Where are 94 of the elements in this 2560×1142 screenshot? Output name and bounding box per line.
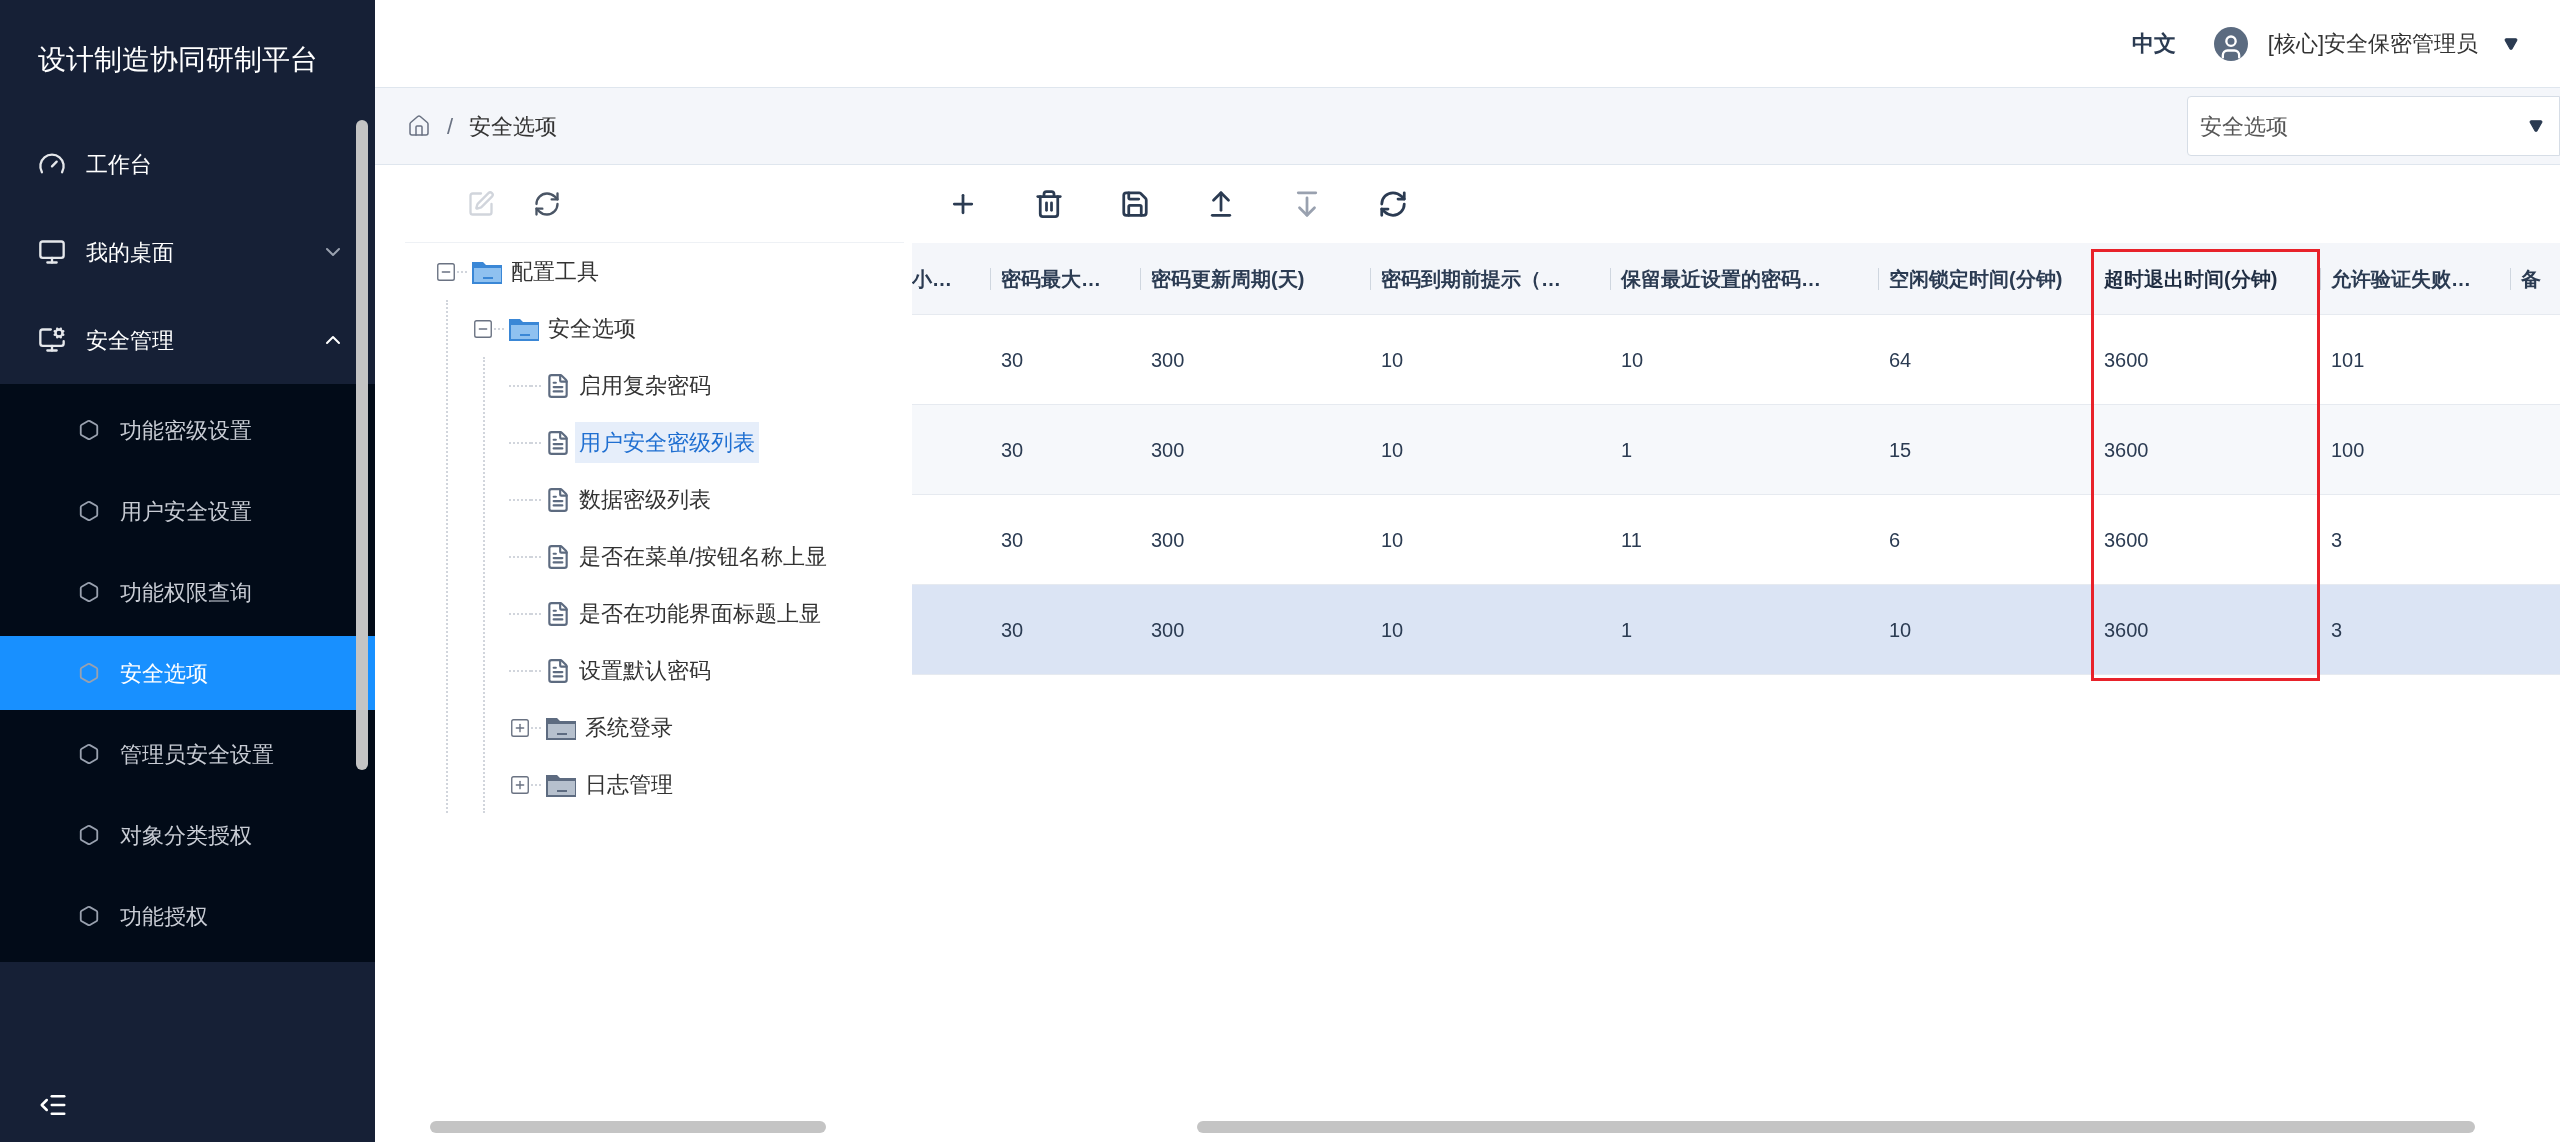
- expand-icon[interactable]: [509, 716, 531, 739]
- hexagon-icon: [78, 419, 100, 441]
- page-select[interactable]: 安全选项: [2187, 96, 2560, 156]
- table-cell-text: 10: [1381, 437, 1404, 463]
- table-cell-text: 1: [1621, 437, 1633, 463]
- document-icon: [545, 543, 571, 570]
- menu-item[interactable]: 我的桌面: [0, 208, 375, 296]
- table-cell-text: 3600: [2104, 527, 2149, 553]
- avatar-icon[interactable]: [2213, 26, 2248, 61]
- hexagon-icon: [78, 500, 100, 522]
- table-cell-text: 300: [1151, 617, 1185, 643]
- trash-icon[interactable]: [1034, 189, 1064, 219]
- tree-item[interactable]: 系统登录: [581, 707, 677, 748]
- table-cell-text: 3: [2331, 617, 2343, 643]
- breadcrumb-separator: /: [447, 112, 454, 141]
- table-cell-text: 10: [1381, 617, 1404, 643]
- menu-item[interactable]: 安全管理: [0, 296, 375, 384]
- hexagon-icon: [78, 743, 100, 765]
- table-cell-text: 30: [1001, 617, 1024, 643]
- table-cell-text: 30: [1001, 437, 1024, 463]
- tree-item[interactable]: 日志管理: [581, 764, 677, 805]
- table-cell-text: 3: [2331, 527, 2343, 553]
- column-header[interactable]: 超时退出时间(分钟): [2104, 263, 2278, 294]
- scrollbar[interactable]: [356, 120, 368, 770]
- column-header[interactable]: 小…: [912, 263, 952, 294]
- expand-icon[interactable]: [509, 773, 531, 796]
- tree-item[interactable]: 是否在菜单/按钮名称上显: [575, 536, 832, 577]
- document-icon: [545, 600, 571, 627]
- column-header[interactable]: 密码最大…: [1001, 263, 1101, 294]
- table-cell-text: 3600: [2104, 437, 2149, 463]
- monitor-gear-icon: [38, 326, 66, 354]
- submenu-item[interactable]: 对象分类授权: [0, 798, 375, 872]
- tree-item[interactable]: 是否在功能界面标题上显: [575, 593, 825, 634]
- column-header[interactable]: 允许验证失败…: [2331, 263, 2471, 294]
- column-header[interactable]: 密码到期前提示（…: [1381, 263, 1561, 294]
- caret-icon: [2527, 119, 2545, 133]
- table-cell-text: 3600: [2104, 617, 2149, 643]
- hexagon-icon: [78, 905, 100, 927]
- submenu-item[interactable]: 功能权限查询: [0, 555, 375, 629]
- refresh-icon[interactable]: [533, 189, 561, 218]
- column-header[interactable]: 空闲锁定时间(分钟): [1889, 263, 2063, 294]
- table-cell-text: 300: [1151, 527, 1185, 553]
- submenu-item[interactable]: 管理员安全设置: [0, 717, 375, 791]
- document-icon: [545, 657, 571, 684]
- table-cell-text: 10: [1381, 347, 1404, 373]
- table-cell-text: 1: [1621, 617, 1633, 643]
- table-cell-text: 10: [1621, 347, 1644, 373]
- user-name[interactable]: [核心]安全保密管理员: [2267, 27, 2478, 60]
- tree-item[interactable]: 启用复杂密码: [575, 365, 715, 406]
- hexagon-icon: [78, 824, 100, 846]
- home-icon[interactable]: [407, 114, 431, 138]
- column-header[interactable]: 密码更新周期(天): [1151, 263, 1305, 294]
- table-cell-text: 64: [1889, 347, 1912, 373]
- table-cell-text: 10: [1889, 617, 1912, 643]
- tree-item[interactable]: 安全选项: [544, 308, 640, 349]
- document-icon: [545, 372, 571, 399]
- tree-item[interactable]: 配置工具: [507, 251, 603, 292]
- save-icon[interactable]: [1120, 189, 1150, 219]
- table-cell-text: 30: [1001, 347, 1024, 373]
- app-title: 设计制造协同研制平台: [38, 43, 318, 77]
- monitor-icon: [38, 238, 66, 266]
- table-cell-text: 11: [1621, 527, 1642, 553]
- tree-item[interactable]: 设置默认密码: [575, 650, 715, 691]
- hexagon-icon: [78, 581, 100, 603]
- collapse-icon[interactable]: [435, 260, 457, 283]
- document-icon: [545, 429, 571, 456]
- tree-item[interactable]: 数据密级列表: [575, 479, 715, 520]
- breadcrumb-item[interactable]: 安全选项: [469, 109, 558, 143]
- scrollbar[interactable]: [430, 1121, 826, 1133]
- table-cell-text: 6: [1889, 527, 1901, 553]
- document-icon: [545, 486, 571, 513]
- column-header[interactable]: 备: [2521, 263, 2541, 294]
- language-label[interactable]: 中文: [2131, 27, 2176, 60]
- table-cell-text: 100: [2331, 437, 2365, 463]
- column-header[interactable]: 保留最近设置的密码…: [1621, 263, 1821, 294]
- submenu-item[interactable]: 功能密级设置: [0, 393, 375, 467]
- table-cell-text: 10: [1381, 527, 1404, 553]
- table-cell-text: 300: [1151, 437, 1185, 463]
- table-row[interactable]: 30 300 10 1 10 3600 3: [912, 585, 2560, 675]
- refresh-icon[interactable]: [1378, 189, 1408, 219]
- table-cell-text: 300: [1151, 347, 1185, 373]
- tree-item[interactable]: 用户安全密级列表: [575, 422, 759, 463]
- submenu-item[interactable]: 用户安全设置: [0, 474, 375, 548]
- hexagon-icon: [78, 662, 100, 684]
- table-cell-text: 101: [2331, 347, 2365, 373]
- caret-icon[interactable]: [2502, 36, 2520, 51]
- scrollbar[interactable]: [1197, 1121, 2475, 1133]
- menu-item[interactable]: 工作台: [0, 120, 375, 208]
- table-cell-text: 30: [1001, 527, 1024, 553]
- collapse-icon[interactable]: [472, 317, 494, 340]
- table-cell-text: 3600: [2104, 347, 2149, 373]
- table-cell-text: 15: [1889, 437, 1912, 463]
- table-row[interactable]: 30 300 10 1 15 3600 100: [912, 405, 2560, 495]
- submenu-item[interactable]: 功能授权: [0, 879, 375, 953]
